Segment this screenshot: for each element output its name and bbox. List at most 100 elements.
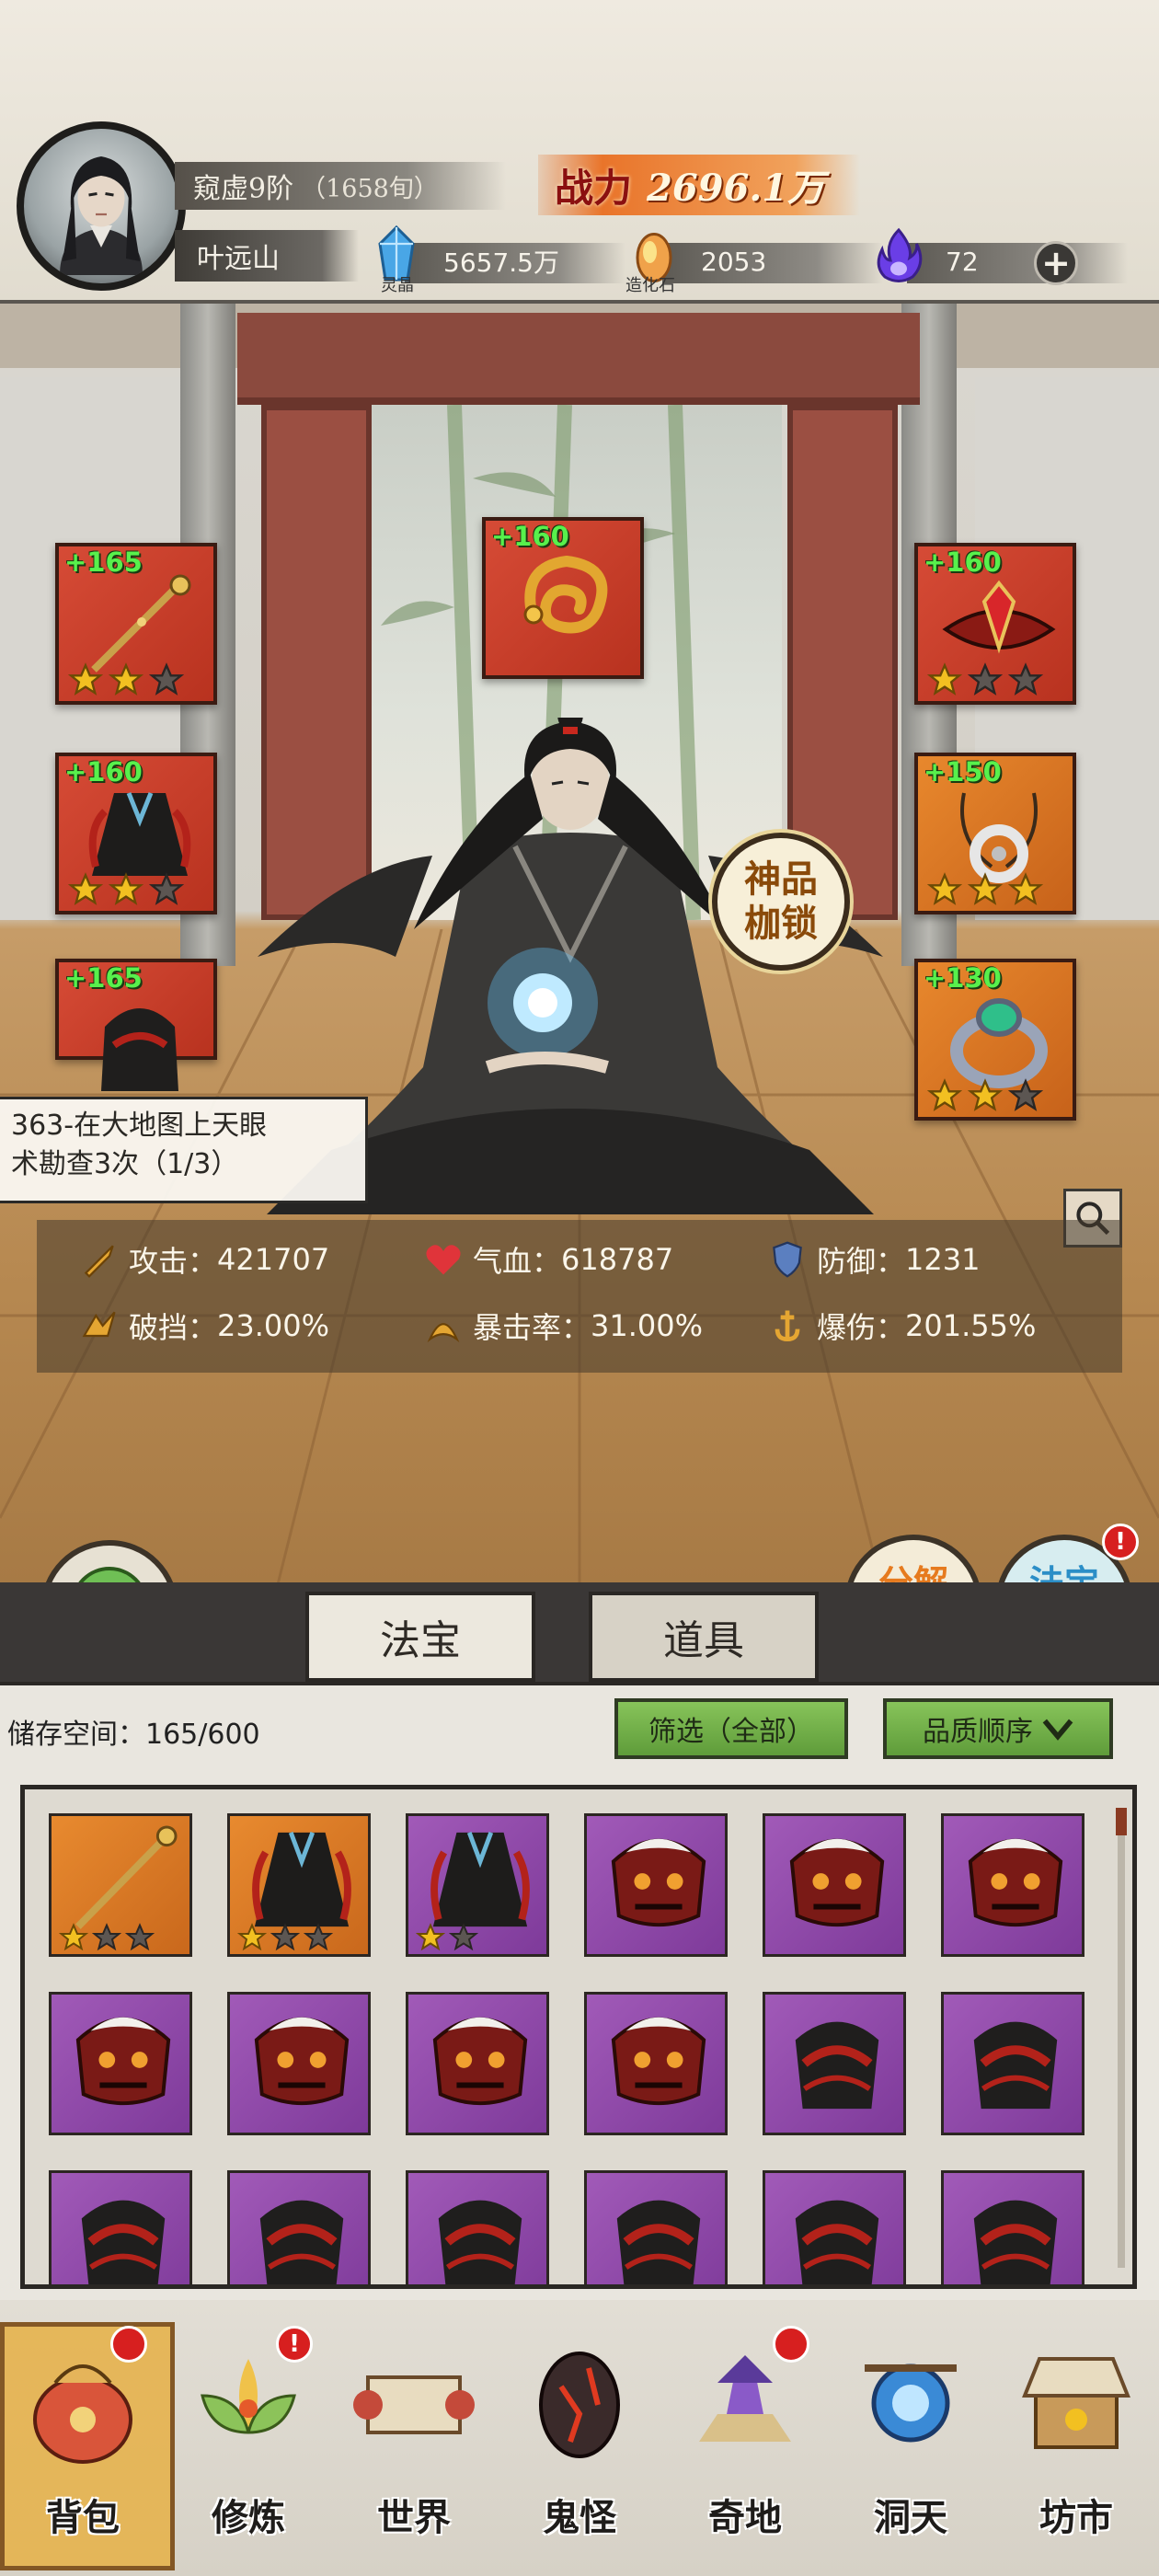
crit-icon: [427, 1323, 460, 1343]
resource-creation-stone[interactable]: 造化石 2053: [625, 233, 883, 295]
enhance-level: +165: [64, 962, 143, 994]
inventory-item[interactable]: [49, 1813, 192, 1957]
helm-icon: [611, 1838, 706, 1927]
divine-shackle-badge[interactable]: 神品 枷锁: [712, 833, 850, 971]
star-rating: [416, 1923, 478, 1952]
star-rating: [68, 872, 184, 907]
stat-defense: 防御： 1231: [767, 1238, 980, 1281]
nav-portal[interactable]: 洞天: [828, 2322, 993, 2561]
filter-label: 筛选（全部）: [648, 1716, 814, 1748]
sort-dropdown[interactable]: 品质顺序: [883, 1698, 1113, 1759]
inventory-item[interactable]: [49, 1992, 192, 2135]
star-filled-icon: [68, 872, 103, 905]
inventory-item[interactable]: [49, 2170, 192, 2284]
avatar-portrait: [60, 156, 143, 275]
dragon-icon: [523, 555, 608, 634]
inventory-item[interactable]: [941, 2170, 1084, 2284]
inventory-item[interactable]: [941, 1813, 1084, 1957]
stat-label: 破挡：: [129, 1310, 218, 1345]
nav-label: 鬼怪: [543, 2496, 616, 2539]
resource-value: 2053: [701, 246, 767, 277]
portal-icon: [865, 2363, 957, 2443]
shield-icon: [773, 1241, 802, 1278]
inventory-scrollbar[interactable]: [1116, 1808, 1127, 2268]
star-rating: [927, 872, 1043, 907]
star-filled-icon: [1008, 872, 1043, 905]
chevron-down-icon: [1042, 1719, 1073, 1741]
nav-egg[interactable]: 鬼怪: [497, 2322, 662, 2561]
stat-value: 201.55%: [905, 1308, 1037, 1343]
inventory-item[interactable]: [763, 1992, 906, 2135]
armor-icon: [101, 1008, 178, 1091]
inventory-item[interactable]: [227, 1813, 371, 1957]
stat-value: 618787: [561, 1242, 674, 1277]
nav-bag[interactable]: 背包: [0, 2322, 175, 2570]
stat-attack: 攻击： 421707: [79, 1238, 329, 1281]
inventory-item[interactable]: [406, 2170, 549, 2284]
inventory-item[interactable]: [584, 1813, 728, 1957]
equip-slot-ring[interactable]: +130: [914, 959, 1076, 1121]
nav-stall[interactable]: 坊市: [993, 2322, 1159, 2561]
star-filled-icon: [59, 1923, 88, 1951]
inventory-grid: [20, 1785, 1137, 2289]
equip-slot-robe[interactable]: +160: [55, 753, 217, 914]
nav-scroll[interactable]: 世界: [331, 2322, 497, 2561]
equip-slot-talisman[interactable]: +160: [482, 517, 644, 679]
star-filled-icon: [109, 662, 143, 696]
helm-icon: [75, 2017, 171, 2106]
star-filled-icon: [927, 1078, 962, 1111]
add-resource-button[interactable]: +: [1034, 241, 1078, 285]
egg-icon: [539, 2352, 620, 2458]
badge-line-2: 枷锁: [744, 902, 818, 945]
resource-tag: 造化石: [625, 276, 675, 295]
inventory-item[interactable]: [584, 2170, 728, 2284]
inventory-item[interactable]: [406, 1992, 549, 2135]
character-scene: +165 +160 +165 +160 +160 +150 +130: [0, 304, 1159, 1582]
quest-tracker[interactable]: 363-在大地图上天眼 术勘查3次（1/3）: [0, 1097, 368, 1203]
inventory-item[interactable]: [227, 1992, 371, 2135]
nav-lotus[interactable]: 修炼!: [166, 2322, 331, 2561]
enhance-level: +160: [491, 521, 569, 552]
helm-icon: [432, 2017, 528, 2106]
nav-label: 奇地: [708, 2496, 782, 2539]
armor-icon: [259, 2200, 344, 2284]
inventory-item[interactable]: [406, 1813, 549, 1957]
helm-icon: [789, 1838, 885, 1927]
star-empty-icon: [304, 1923, 333, 1951]
stats-panel: 攻击： 421707 气血： 618787 防御： 1231 破挡： 23.00% 暴击…: [37, 1220, 1122, 1373]
staff-icon: [75, 1825, 178, 1929]
star-rating: [927, 1078, 1043, 1113]
filter-button[interactable]: 筛选（全部）: [614, 1698, 848, 1759]
star-rating: [59, 1923, 155, 1952]
stat-value: 31.00%: [591, 1308, 704, 1343]
equip-slot-necklace[interactable]: +150: [914, 753, 1076, 914]
resource-bar: 灵晶 5657.5万 造化石 2053 72: [368, 224, 1128, 295]
resource-spirit-crystal[interactable]: 灵晶 5657.5万: [368, 224, 625, 295]
tab-items[interactable]: 道具: [589, 1592, 819, 1682]
inventory-item[interactable]: [763, 2170, 906, 2284]
resource-value: 72: [946, 246, 979, 277]
door-lintel: [237, 313, 920, 405]
resource-bg: [662, 243, 883, 283]
tab-treasure[interactable]: 法宝: [305, 1592, 535, 1682]
resource-tag: 灵晶: [381, 276, 414, 295]
inventory-item[interactable]: [227, 2170, 371, 2284]
stat-crit-rate: 暴击率： 31.00%: [423, 1305, 703, 1347]
resource-purple-flame[interactable]: 72: [870, 227, 1128, 287]
helm-icon: [968, 1838, 1063, 1927]
player-avatar[interactable]: [17, 121, 186, 291]
staff-icon: [91, 574, 191, 673]
enhance-level: +160: [924, 546, 1002, 578]
stat-label: 攻击：: [129, 1244, 218, 1279]
sword-icon: [84, 1245, 114, 1278]
synth-alert-badge: !: [1102, 1524, 1139, 1560]
inventory-item[interactable]: [763, 1813, 906, 1957]
star-rating: [927, 662, 1043, 697]
inventory-item[interactable]: [584, 1992, 728, 2135]
equip-slot-armor[interactable]: +165: [55, 959, 217, 1091]
star-empty-icon: [1008, 1078, 1043, 1111]
nav-pagoda[interactable]: 奇地: [662, 2322, 828, 2561]
equip-slot-weapon[interactable]: +165: [55, 543, 217, 705]
inventory-item[interactable]: [941, 1992, 1084, 2135]
equip-slot-crown[interactable]: +160: [914, 543, 1076, 705]
